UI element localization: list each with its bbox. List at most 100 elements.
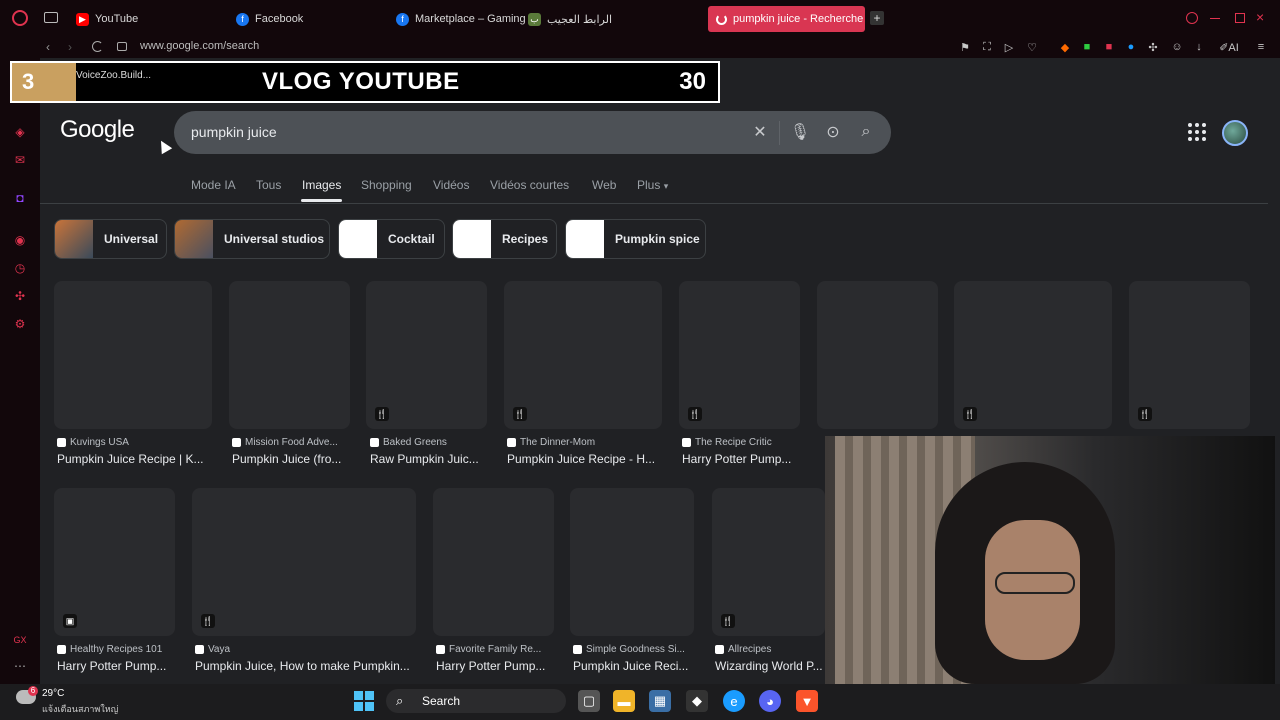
extension-icon[interactable]: ◆ bbox=[1058, 40, 1072, 54]
result-title[interactable]: Wizarding World P... bbox=[715, 659, 823, 673]
search-tabs-icon[interactable] bbox=[1186, 12, 1198, 24]
result-source[interactable]: Kuvings USA bbox=[57, 437, 129, 448]
camera-search-icon[interactable]: ⊙ bbox=[823, 122, 843, 142]
result-source[interactable]: Vaya bbox=[195, 644, 230, 655]
clear-search-icon[interactable]: ✕ bbox=[750, 122, 770, 142]
result-title[interactable]: Harry Potter Pump... bbox=[436, 659, 545, 673]
tab-videos[interactable]: Vidéos bbox=[433, 178, 469, 192]
image-result-tile[interactable]: ▣ bbox=[54, 488, 175, 636]
image-result-tile[interactable] bbox=[433, 488, 554, 636]
heart-icon[interactable]: ♡ bbox=[1025, 40, 1039, 54]
result-title[interactable]: Pumpkin Juice, How to make Pumpkin... bbox=[195, 659, 410, 673]
chip-cocktail[interactable]: Cocktail bbox=[338, 219, 445, 259]
tab-mode-ia[interactable]: Mode IA bbox=[191, 178, 236, 192]
start-button[interactable] bbox=[354, 691, 374, 711]
tab-tous[interactable]: Tous bbox=[256, 178, 281, 192]
sidebar-twitch-icon[interactable]: ◈ bbox=[12, 124, 28, 140]
download-icon[interactable]: ↓ bbox=[1192, 40, 1206, 54]
image-result-tile[interactable] bbox=[570, 488, 694, 636]
menu-icon[interactable]: ≡ bbox=[1254, 40, 1268, 54]
sidebar-history-icon[interactable]: ◷ bbox=[12, 260, 28, 276]
snapshot-icon[interactable]: ⛶ bbox=[980, 40, 994, 54]
tab-pumpkin-juice[interactable]: pumpkin juice - Recherche bbox=[708, 6, 865, 32]
image-result-tile[interactable]: 🍴 bbox=[504, 281, 662, 429]
extension-icon[interactable]: ■ bbox=[1080, 40, 1094, 54]
forward-button[interactable]: › bbox=[68, 36, 72, 58]
lock-icon[interactable] bbox=[117, 42, 127, 51]
chip-universal-studios[interactable]: Universal studios bbox=[174, 219, 330, 259]
image-result-tile[interactable]: 🍴 bbox=[192, 488, 416, 636]
app-icon[interactable]: ◆ bbox=[686, 690, 708, 712]
bookmark-icon[interactable]: ⚑ bbox=[958, 40, 972, 54]
brave-icon[interactable]: ▼ bbox=[796, 690, 818, 712]
result-title[interactable]: Harry Potter Pump... bbox=[682, 452, 791, 466]
tab-youtube[interactable]: ▶ YouTube bbox=[68, 6, 223, 32]
reload-icon[interactable] bbox=[92, 41, 103, 52]
tab-more[interactable]: Plus ▾ bbox=[637, 178, 668, 192]
opera-gx-logo-icon[interactable] bbox=[12, 10, 28, 26]
image-result-tile[interactable]: 🍴 bbox=[366, 281, 487, 429]
image-result-tile[interactable]: 🍴 bbox=[712, 488, 825, 636]
tab-facebook[interactable]: f Facebook bbox=[228, 6, 383, 32]
close-icon[interactable]: × bbox=[1256, 10, 1268, 24]
tab-web[interactable]: Web bbox=[592, 178, 616, 192]
extensions-puzzle-icon[interactable]: ✣ bbox=[1146, 40, 1160, 54]
avatar[interactable] bbox=[1222, 120, 1248, 146]
result-title[interactable]: Pumpkin Juice Recipe - H... bbox=[507, 452, 655, 466]
address-bar-url[interactable]: www.google.com/search bbox=[140, 40, 259, 52]
image-result-tile[interactable]: 🍴 bbox=[954, 281, 1112, 429]
result-title[interactable]: Raw Pumpkin Juic... bbox=[370, 452, 479, 466]
back-button[interactable]: ‹ bbox=[46, 36, 50, 58]
result-source[interactable]: The Recipe Critic bbox=[682, 437, 772, 448]
result-title[interactable]: Pumpkin Juice (fro... bbox=[232, 452, 341, 466]
weather-widget[interactable]: 6 29°C แจ้งเตือนสภาพใหญ่ bbox=[16, 686, 126, 718]
ai-icon[interactable]: ✐AI bbox=[1216, 40, 1242, 54]
microphone-icon[interactable]: 🎙 bbox=[790, 122, 810, 142]
tab-overview-icon[interactable] bbox=[44, 12, 58, 23]
result-source[interactable]: Favorite Family Re... bbox=[436, 644, 541, 655]
tab-arabic-link[interactable]: ب الرابط العجيب bbox=[520, 6, 700, 32]
image-result-tile[interactable]: 🍴 bbox=[1129, 281, 1250, 429]
result-source[interactable]: Allrecipes bbox=[715, 644, 771, 655]
tab-short-videos[interactable]: Vidéos courtes bbox=[490, 178, 569, 192]
result-title[interactable]: Pumpkin Juice Reci... bbox=[573, 659, 688, 673]
store-icon[interactable]: ▦ bbox=[649, 690, 671, 712]
chip-universal[interactable]: Universal bbox=[54, 219, 167, 259]
sidebar-player-icon[interactable]: ◉ bbox=[12, 232, 28, 248]
search-icon[interactable]: ⌕ bbox=[856, 122, 876, 142]
result-source[interactable]: Mission Food Adve... bbox=[232, 437, 338, 448]
edge-icon[interactable]: e bbox=[723, 690, 745, 712]
tab-images[interactable]: Images bbox=[302, 178, 341, 192]
extension-icon[interactable]: ● bbox=[1124, 40, 1138, 54]
tab-shopping[interactable]: Shopping bbox=[361, 178, 412, 192]
profile-icon[interactable]: ☺ bbox=[1170, 40, 1184, 54]
sidebar-extensions-icon[interactable]: ✣ bbox=[12, 288, 28, 304]
task-view-icon[interactable]: ▢ bbox=[578, 690, 600, 712]
image-result-tile[interactable] bbox=[54, 281, 212, 429]
result-title[interactable]: Pumpkin Juice Recipe | K... bbox=[57, 452, 204, 466]
sidebar-gx-icon[interactable]: GX bbox=[12, 632, 28, 648]
tab-marketplace[interactable]: f Marketplace – Gaming Co bbox=[388, 6, 538, 32]
result-source[interactable]: Simple Goodness Si... bbox=[573, 644, 685, 655]
chip-recipes[interactable]: Recipes bbox=[452, 219, 557, 259]
file-explorer-icon[interactable]: ▬ bbox=[613, 690, 635, 712]
sidebar-twitch-icon[interactable]: ◘ bbox=[12, 190, 28, 206]
search-input[interactable] bbox=[191, 121, 731, 143]
sidebar-messenger-icon[interactable]: ✉ bbox=[12, 152, 28, 168]
maximize-button[interactable] bbox=[1235, 13, 1245, 23]
sidebar-settings-icon[interactable]: ⚙ bbox=[12, 316, 28, 332]
result-source[interactable]: Healthy Recipes 101 bbox=[57, 644, 162, 655]
result-title[interactable]: Harry Potter Pump... bbox=[57, 659, 166, 673]
image-result-tile[interactable]: 🍴 bbox=[679, 281, 800, 429]
chip-pumpkin-spice[interactable]: Pumpkin spice bbox=[565, 219, 706, 259]
image-result-tile[interactable] bbox=[817, 281, 938, 429]
sidebar-more-icon[interactable]: ⋯ bbox=[12, 658, 28, 674]
extension-icon[interactable]: ■ bbox=[1102, 40, 1116, 54]
minimize-button[interactable] bbox=[1210, 18, 1220, 19]
result-source[interactable]: Baked Greens bbox=[370, 437, 447, 448]
player-icon[interactable]: ▷ bbox=[1002, 40, 1016, 54]
google-logo[interactable]: Google bbox=[60, 116, 135, 144]
image-result-tile[interactable] bbox=[229, 281, 350, 429]
new-tab-button[interactable]: + bbox=[870, 11, 884, 25]
result-source[interactable]: The Dinner-Mom bbox=[507, 437, 595, 448]
